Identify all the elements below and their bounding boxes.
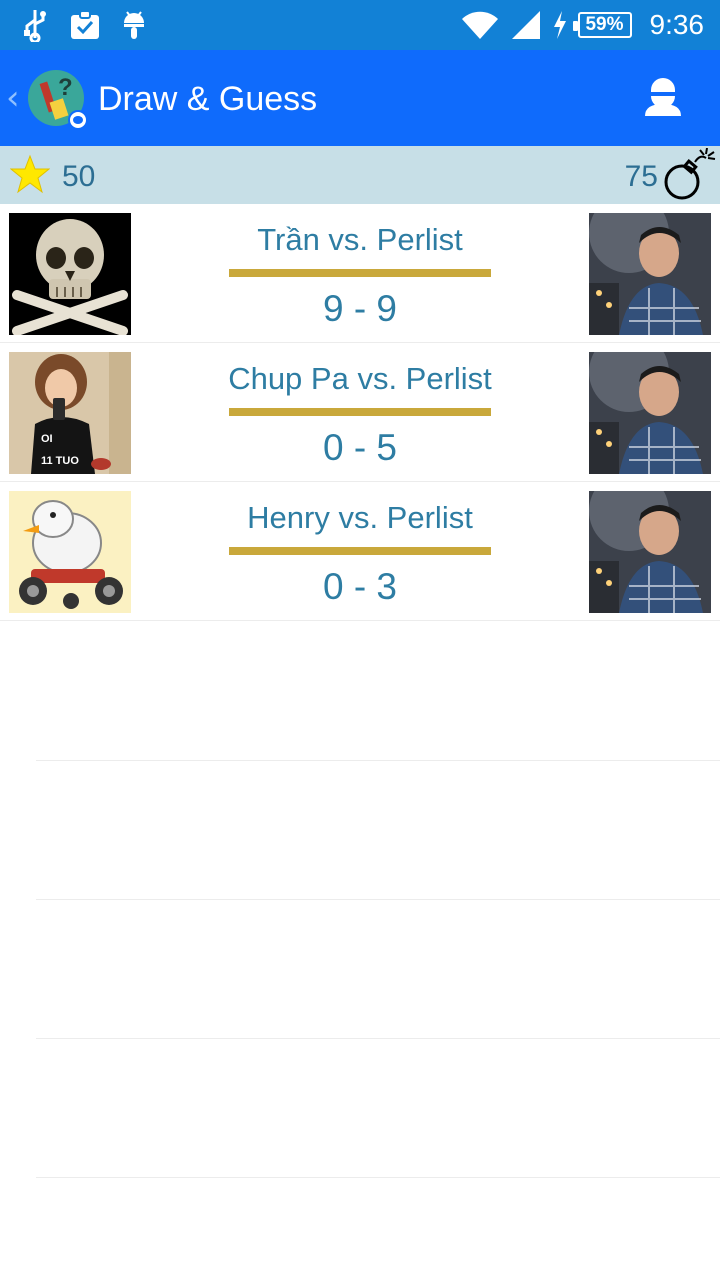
match-row[interactable]: Trần vs. Perlist 9 - 9: [0, 204, 720, 343]
android-debug-icon: [124, 11, 144, 39]
clipboard-check-icon: [71, 10, 99, 39]
match-title: Trần vs. Perlist: [257, 222, 463, 257]
status-system: 59% 9:36: [460, 0, 705, 50]
list-separator: [36, 899, 720, 900]
match-row[interactable]: Henry vs. Perlist 0 - 3: [0, 482, 720, 621]
stars-count: 50: [62, 160, 96, 193]
app-bar: ‹ ? Draw & Guess: [0, 50, 720, 146]
opponent-avatar: OI 11 TUO: [9, 352, 131, 474]
opponent-avatar: [9, 213, 131, 335]
back-chevron-icon[interactable]: ‹: [6, 78, 20, 118]
status-notifications: [22, 8, 146, 42]
match-divider: [229, 269, 491, 277]
score-bar: 50 75: [0, 146, 720, 204]
match-divider: [229, 547, 491, 555]
match-divider: [229, 408, 491, 416]
star-icon: [10, 154, 50, 194]
opponent-avatar: [9, 491, 131, 613]
match-title: Henry vs. Perlist: [247, 500, 473, 535]
signal-icon: [511, 11, 540, 39]
usb-icon: [24, 10, 46, 42]
charging-icon: [553, 11, 566, 39]
status-bar: 59% 9:36: [0, 0, 720, 50]
svg-text:11 TUO: 11 TUO: [41, 455, 79, 467]
bomb-icon: [664, 148, 716, 200]
match-score: 0 - 5: [322, 427, 398, 468]
match-row[interactable]: OI 11 TUO Chup Pa vs. Perlist 0 - 5: [0, 343, 720, 482]
svg-text:OI: OI: [41, 433, 53, 445]
player-avatar: [589, 491, 711, 613]
profile-icon[interactable]: [642, 76, 684, 118]
player-avatar: [589, 352, 711, 474]
match-title: Chup Pa vs. Perlist: [228, 361, 492, 396]
list-separator: [36, 1177, 720, 1178]
battery-indicator: 59%: [572, 12, 632, 38]
clock: 9:36: [649, 9, 705, 40]
match-score: 0 - 3: [322, 566, 398, 607]
player-avatar: [589, 213, 711, 335]
messenger-badge-icon: [68, 110, 88, 130]
app-title: Draw & Guess: [98, 80, 318, 118]
match-score: 9 - 9: [322, 288, 398, 329]
match-list: Trần vs. Perlist 9 - 9 OI 11 TUO Chup Pa…: [0, 204, 720, 621]
bombs-count: 75: [624, 160, 658, 193]
wifi-icon: [461, 11, 498, 39]
list-separator: [36, 1038, 720, 1039]
list-separator: [36, 760, 720, 761]
